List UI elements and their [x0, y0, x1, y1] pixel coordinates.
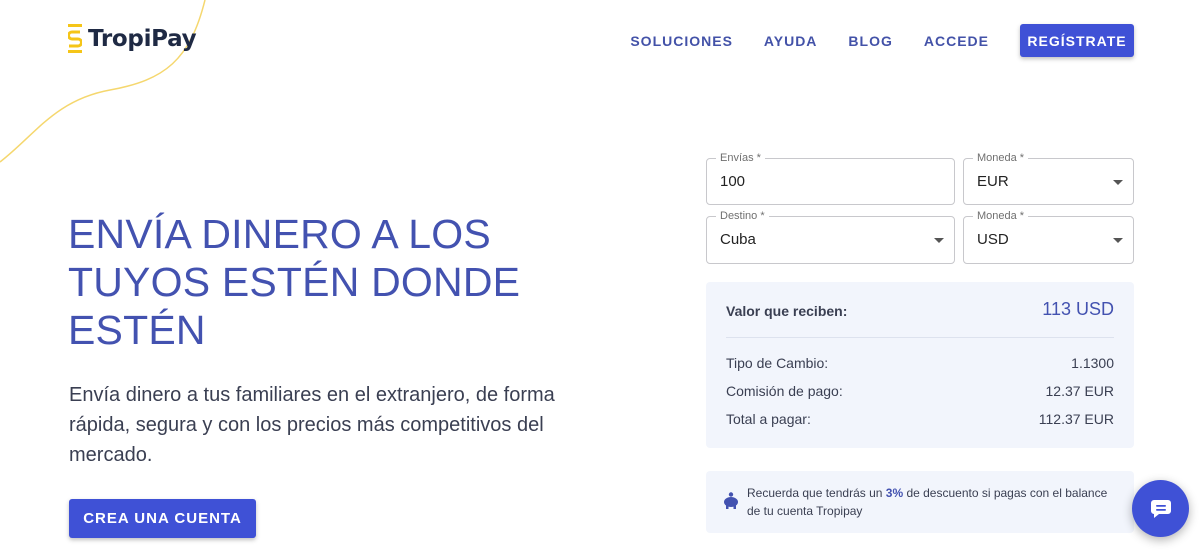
caret-down-icon — [1113, 238, 1123, 243]
total-row: Total a pagar: 112.37 EUR — [726, 411, 1114, 427]
logo-text: TropiPay — [88, 26, 197, 52]
destination-label: Destino * — [716, 209, 769, 223]
hero-subtitle: Envía dinero a tus familiares en el extr… — [69, 384, 555, 466]
send-amount-label: Envías * — [716, 151, 765, 165]
fee-row: Comisión de pago: 12.37 EUR — [726, 383, 1114, 399]
nav-item-ayuda[interactable]: AYUDA — [764, 33, 818, 49]
create-account-button[interactable]: CREA UNA CUENTA — [69, 499, 256, 538]
exchange-rate-value: 1.1300 — [1071, 355, 1114, 371]
total-value: 112.37 EUR — [1038, 411, 1114, 427]
piggy-bank-icon — [724, 492, 738, 509]
dollar-logo-icon — [68, 24, 82, 53]
logo[interactable]: TropiPay — [68, 24, 197, 54]
transfer-summary: Valor que reciben: 113 USD Tipo de Cambi… — [706, 282, 1134, 448]
received-amount-row: Valor que reciben: 113 USD — [726, 282, 1114, 338]
receive-currency-value: USD — [977, 231, 1009, 248]
chat-button[interactable] — [1132, 480, 1189, 537]
nav-item-soluciones[interactable]: SOLUCIONES — [630, 33, 733, 49]
page: TropiPay SOLUCIONES AYUDA BLOG ACCEDE RE… — [0, 0, 1200, 551]
caret-down-icon — [934, 238, 944, 243]
chat-icon — [1150, 499, 1171, 518]
destination-select[interactable]: Destino * Cuba — [706, 209, 955, 264]
discount-notice: Recuerda que tendrás un 3% de descuento … — [706, 471, 1134, 533]
hero-title: ENVÍA DINERO A LOS TUYOS ESTÉN DONDE EST… — [68, 211, 521, 353]
send-amount-input[interactable] — [720, 173, 920, 190]
fee-value: 12.37 EUR — [1045, 383, 1114, 399]
discount-notice-text: Recuerda que tendrás un 3% de descuento … — [747, 484, 1122, 520]
receive-currency-select[interactable]: Moneda * USD — [963, 209, 1134, 264]
nav-item-blog[interactable]: BLOG — [848, 33, 892, 49]
register-button[interactable]: REGÍSTRATE — [1020, 24, 1134, 57]
caret-down-icon — [1113, 180, 1123, 185]
main-nav: SOLUCIONES AYUDA BLOG ACCEDE REGÍSTRATE — [630, 24, 1134, 57]
exchange-rate-row: Tipo de Cambio: 1.1300 — [726, 355, 1114, 371]
received-label: Valor que reciben: — [726, 302, 848, 319]
exchange-rate-label: Tipo de Cambio: — [726, 355, 829, 371]
send-currency-label: Moneda * — [973, 151, 1029, 165]
received-value: 113 USD — [1042, 299, 1114, 319]
notice-text-before: Recuerda que tendrás un — [747, 486, 886, 500]
notice-highlight: 3% — [885, 486, 904, 500]
send-currency-select[interactable]: Moneda * EUR — [963, 151, 1134, 205]
fee-label: Comisión de pago: — [726, 383, 843, 399]
send-currency-value: EUR — [977, 173, 1009, 190]
send-amount-field[interactable]: Envías * — [706, 151, 955, 205]
nav-item-accede[interactable]: ACCEDE — [924, 33, 989, 49]
total-label: Total a pagar: — [726, 411, 811, 427]
destination-value: Cuba — [720, 231, 756, 248]
receive-currency-label: Moneda * — [973, 209, 1029, 223]
